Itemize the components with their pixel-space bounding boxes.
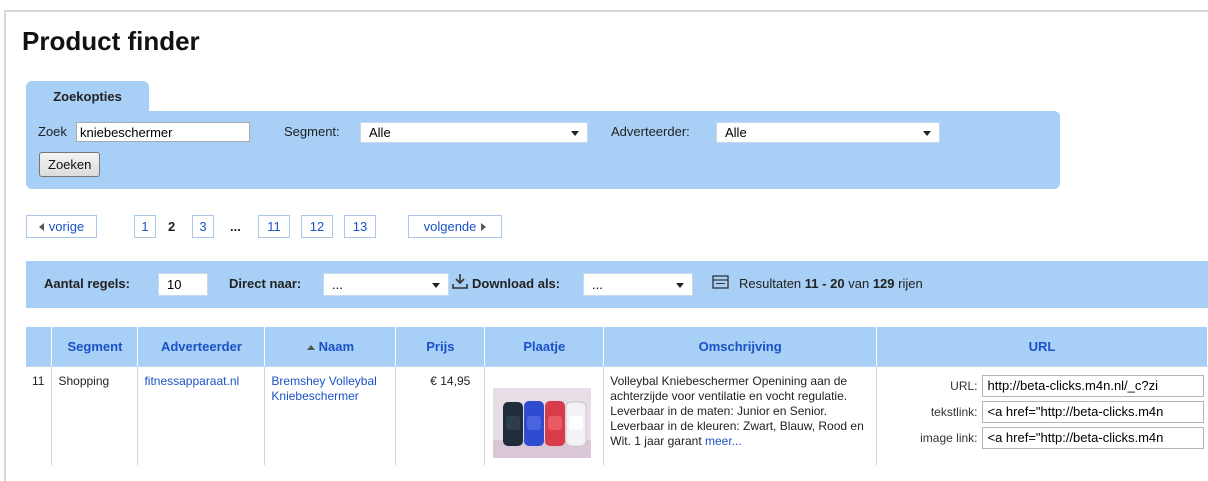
column-header-url[interactable]: URL [876,326,1208,367]
download-select-value: ... [592,277,603,292]
pager-page-12[interactable]: 12 [301,215,333,238]
imagelink-field[interactable]: <a href="http://beta-clicks.m4n [981,427,1204,449]
description-more-link[interactable]: meer... [705,434,742,448]
goto-select[interactable]: ... [323,273,449,296]
results-sep: - [822,276,827,291]
query-label: Zoek [38,124,67,139]
table-row: 11 Shopping fitnessapparaat.nl Bremshey … [26,366,1208,465]
search-panel: Zoek Segment: Alle Adverteerder: Alle Zo… [26,111,1060,189]
download-label: Download als: [472,276,561,291]
chevron-down-icon [923,131,931,136]
advertiser-select-value: Alle [725,125,747,140]
url-label: URL: [950,378,978,393]
pager-prev-label: vorige [48,219,85,234]
results-summary: Resultaten 11 - 20 van 129 rijen [739,276,923,291]
pager-page-13[interactable]: 13 [344,215,376,238]
search-button[interactable]: Zoeken [39,152,101,177]
chevron-down-icon [676,283,684,288]
column-header-index [26,326,53,367]
triangle-right-icon [481,222,487,231]
table-header-row: Segment Adverteerder Naam Prijs Plaatje … [26,326,1208,367]
chevron-down-icon [432,283,440,288]
url-field[interactable]: http://beta-clicks.m4n.nl/_c?zi [981,375,1204,397]
goto-select-value: ... [332,277,343,292]
download-select[interactable]: ... [583,273,693,296]
segment-select-value: Alle [369,125,391,140]
pager-page-11[interactable]: 11 [258,215,290,238]
results-total: 129 [872,276,895,291]
segment-select[interactable]: Alle [360,122,588,143]
pager-next-label: volgende [423,219,477,234]
column-header-segment[interactable]: Segment [51,326,139,367]
column-header-image[interactable]: Plaatje [484,326,605,367]
list-icon [712,275,729,289]
download-icon[interactable] [451,272,469,290]
advertiser-select[interactable]: Alle [716,122,940,143]
column-header-price[interactable]: Prijs [395,326,486,367]
cell-segment: Shopping [51,366,138,465]
column-header-name[interactable]: Naam [264,326,397,367]
pager-page-3[interactable]: 3 [192,215,214,238]
rows-label: Aantal regels: [44,276,130,291]
product-name-link[interactable]: Bremshey Volleybal Kniebeschermer [271,374,376,403]
pager-prev-button[interactable]: vorige [26,215,97,238]
imagelink-row: image link: <a href="http://beta-clicks.… [881,427,1204,449]
textlink-row: tekstlink: <a href="http://beta-clicks.m… [881,401,1204,423]
results-of: van [848,276,870,291]
goto-label: Direct naar: [229,276,302,291]
results-table: Segment Adverteerder Naam Prijs Plaatje … [26,326,1208,465]
textlink-field[interactable]: <a href="http://beta-clicks.m4n [981,401,1204,423]
pager-next-button[interactable]: volgende [408,215,502,238]
advertiser-link[interactable]: fitnessapparaat.nl [144,374,239,388]
chevron-down-icon [571,131,579,136]
results-prefix: Resultaten [739,276,802,291]
cell-price: € 14,95 [395,366,485,465]
tab-search-options[interactable]: Zoekopties [26,81,149,112]
results-from: 11 [804,276,819,291]
pager-page-current: 2 [168,219,176,234]
column-header-advertiser[interactable]: Adverteerder [137,326,266,367]
product-image[interactable] [493,388,592,458]
rows-input[interactable]: 10 [158,273,208,296]
results-suffix: rijen [898,276,923,291]
page-title: Product finder [22,26,200,56]
results-to: 20 [830,276,845,291]
column-header-description[interactable]: Omschrijving [603,326,878,367]
advertiser-label: Adverteerder: [611,124,690,139]
search-input[interactable] [76,122,250,142]
textlink-label: tekstlink: [930,404,978,419]
cell-index: 11 [32,374,45,388]
url-row: URL: http://beta-clicks.m4n.nl/_c?zi [881,375,1204,397]
column-header-name-label: Naam [318,339,355,354]
triangle-left-icon [38,222,44,231]
imagelink-label: image link: [920,430,978,445]
kneepad-image-graphic [493,388,592,458]
results-toolbar: Aantal regels: 10 Direct naar: ... Downl… [26,261,1208,308]
sort-ascending-icon [306,345,315,351]
pager-ellipsis: ... [230,219,241,234]
segment-label: Segment: [284,124,340,139]
pager-page-1[interactable]: 1 [134,215,156,238]
